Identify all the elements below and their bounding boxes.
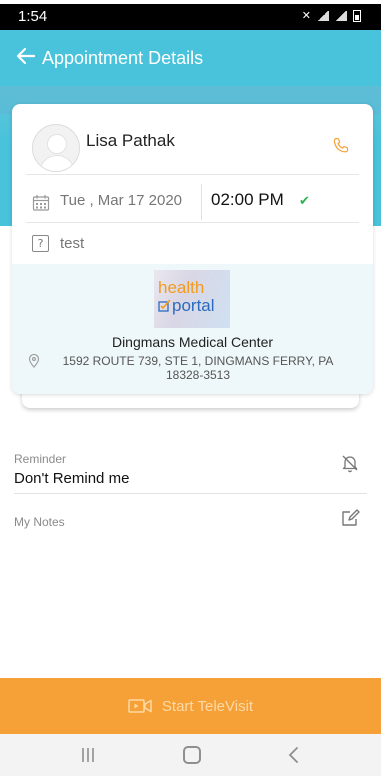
phone-icon[interactable] — [331, 136, 351, 156]
facility-address: 1592 ROUTE 739, STE 1, DINGMANS FERRY, P… — [62, 354, 334, 382]
avatar — [32, 124, 80, 172]
facility-name: Dingmans Medical Center — [111, 334, 274, 350]
video-camera-icon — [128, 699, 152, 713]
edit-icon[interactable] — [340, 508, 360, 528]
bell-off-icon[interactable] — [340, 453, 360, 473]
health-portal-logo: health portal — [154, 270, 230, 328]
televisit-label: Start TeleVisit — [161, 697, 254, 715]
divider — [26, 174, 359, 175]
doctor-name: Lisa Pathak — [86, 131, 175, 150]
status-icons: ✕ — [302, 9, 361, 22]
calendar-icon — [32, 195, 50, 211]
notes-label: My Notes — [14, 515, 65, 529]
check-icon: ✔ — [299, 194, 310, 209]
vertical-divider — [201, 184, 202, 220]
nav-back-icon[interactable] — [286, 746, 300, 764]
appointment-card: Lisa Pathak Tue , Mar 17 2020 02:00 PM ✔… — [12, 104, 373, 394]
logo-text-health: health — [158, 278, 205, 297]
system-nav-bar — [0, 734, 381, 776]
home-icon[interactable] — [183, 746, 201, 764]
location-pin-icon — [28, 354, 40, 368]
divider — [26, 222, 359, 223]
logo-text-portal: portal — [172, 296, 215, 315]
mute-icon: ✕ — [301, 9, 311, 22]
start-televisit-button[interactable]: Start TeleVisit — [0, 678, 381, 734]
battery-icon — [353, 9, 361, 22]
recent-apps-icon[interactable] — [80, 747, 96, 763]
status-bar: 1:54 ✕ — [0, 4, 381, 30]
reminder-value[interactable]: Don't Remind me — [14, 470, 129, 487]
reminder-label: Reminder — [14, 452, 67, 466]
appointment-reason: test — [60, 235, 85, 252]
wifi-icon — [317, 10, 329, 21]
question-icon: ? — [32, 235, 49, 252]
facility-section: health portal Dingmans Medical Center 15… — [12, 264, 373, 394]
signal-icon — [335, 10, 347, 21]
divider — [14, 493, 367, 494]
status-time: 1:54 — [18, 8, 48, 25]
page-title: Appointment Details — [42, 48, 204, 68]
pen-check-icon — [158, 299, 171, 312]
app-bar: Appointment Details — [0, 30, 381, 86]
appointment-time: 02:00 PM — [211, 190, 284, 209]
back-arrow-icon[interactable] — [14, 44, 38, 68]
appointment-date: Tue , Mar 17 2020 — [60, 192, 183, 209]
